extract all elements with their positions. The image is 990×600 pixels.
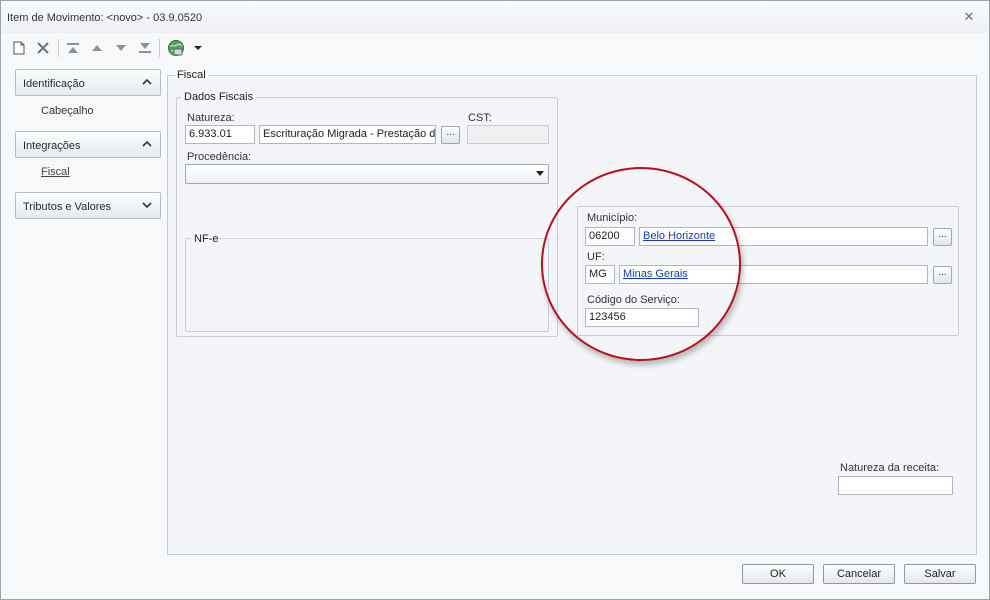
uf-browse-button[interactable]: ... <box>933 266 952 284</box>
globe-icon[interactable] <box>165 37 187 59</box>
close-icon[interactable]: ✕ <box>961 9 977 25</box>
toolbar-separator <box>58 39 59 57</box>
ok-button[interactable]: OK <box>742 564 814 584</box>
new-document-icon[interactable] <box>9 37 29 59</box>
sidebar-item-fiscal[interactable]: Fiscal <box>41 166 70 178</box>
codigo-servico-field[interactable]: 123456 <box>585 308 699 327</box>
save-button[interactable]: Salvar <box>904 564 976 584</box>
chevron-up-icon[interactable] <box>142 77 152 87</box>
uf-label: UF: <box>587 251 605 263</box>
sidebar-group-label: Integrações <box>23 140 81 152</box>
cst-label: CST: <box>468 112 492 124</box>
sidebar-group-identificacao[interactable]: Identificação <box>15 69 161 96</box>
cst-field[interactable] <box>467 125 549 144</box>
natureza-code-field[interactable]: 6.933.01 <box>185 125 255 144</box>
municipio-code-field[interactable]: 06200 <box>585 227 635 246</box>
divider <box>219 238 545 239</box>
move-last-icon[interactable] <box>135 37 155 59</box>
natureza-receita-field[interactable] <box>838 476 953 495</box>
municipio-label: Município: <box>587 212 638 224</box>
natureza-label: Natureza: <box>187 112 235 124</box>
title-bar: Item de Movimento: <novo> - 03.9.0520 ✕ <box>1 1 989 33</box>
procedencia-select[interactable] <box>185 164 549 184</box>
municipio-browse-button[interactable]: ... <box>933 228 952 246</box>
sidebar-group-label: Identificação <box>23 78 85 90</box>
window-title: Item de Movimento: <novo> - 03.9.0520 <box>7 12 203 24</box>
chevron-down-icon[interactable] <box>142 200 152 210</box>
chevron-down-icon <box>536 171 544 176</box>
move-up-icon[interactable] <box>87 37 107 59</box>
uf-code-field[interactable]: MG <box>585 265 615 284</box>
dialog-window: Item de Movimento: <novo> - 03.9.0520 ✕ <box>0 0 990 600</box>
sidebar-item-cabecalho[interactable]: Cabeçalho <box>41 105 94 117</box>
delete-icon[interactable] <box>33 37 53 59</box>
chevron-up-icon[interactable] <box>142 139 152 149</box>
fiscal-panel-title: Fiscal <box>175 69 208 81</box>
sidebar-group-label: Tributos e Valores <box>23 201 112 213</box>
move-down-icon[interactable] <box>111 37 131 59</box>
natureza-browse-button[interactable]: ... <box>441 126 460 144</box>
toolbar-separator <box>159 39 160 57</box>
sidebar-group-tributos[interactable]: Tributos e Valores <box>15 192 161 219</box>
cancel-button[interactable]: Cancelar <box>823 564 895 584</box>
natureza-description-field[interactable]: Escrituração Migrada - Prestação de <box>259 125 436 144</box>
dados-fiscais-title: Dados Fiscais <box>181 91 257 103</box>
nfe-title: NF-e <box>191 233 222 245</box>
dropdown-arrow-icon[interactable] <box>191 37 205 59</box>
natureza-receita-label: Natureza da receita: <box>840 462 940 474</box>
codigo-servico-label: Código do Serviço: <box>587 294 680 306</box>
procedencia-label: Procedência: <box>187 151 252 163</box>
municipio-name-link[interactable]: Belo Horizonte <box>639 227 928 246</box>
uf-name-link[interactable]: Minas Gerais <box>619 265 928 284</box>
move-first-icon[interactable] <box>63 37 83 59</box>
sidebar-group-integracoes[interactable]: Integrações <box>15 131 161 158</box>
toolbar <box>1 35 989 61</box>
nfe-group <box>185 238 549 332</box>
